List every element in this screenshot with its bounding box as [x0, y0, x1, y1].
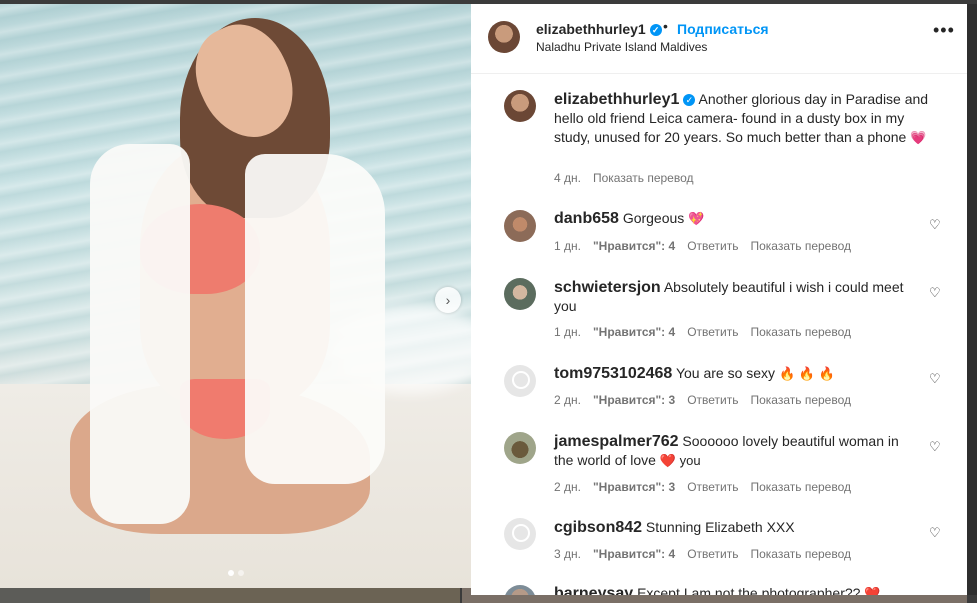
post-location[interactable]: Naladhu Private Island Maldives	[536, 40, 707, 54]
comment-author[interactable]: tom9753102468	[554, 365, 672, 382]
post-photo[interactable]: ›	[0, 4, 471, 588]
avatar[interactable]	[504, 432, 536, 464]
like-heart-icon[interactable]: ♡	[929, 286, 941, 299]
translate-button[interactable]: Показать перевод	[750, 393, 851, 407]
comment-time[interactable]: 3 дн.	[554, 547, 581, 561]
comment-text: Stunning Elizabeth XXX	[645, 519, 795, 535]
like-heart-icon[interactable]: ♡	[929, 526, 941, 539]
chevron-right-icon: ›	[445, 292, 451, 308]
translate-button[interactable]: Показать перевод	[750, 547, 851, 561]
comment-meta: 1 дн. "Нравится": 4 Ответить Показать пе…	[554, 239, 851, 253]
post-details-panel: elizabethhurley1 ✓ • Подписаться Naladhu …	[471, 4, 967, 595]
next-photo-button[interactable]: ›	[435, 287, 461, 313]
avatar[interactable]	[504, 90, 536, 122]
comment-time[interactable]: 1 дн.	[554, 325, 581, 339]
comment: cgibson842 Stunning Elizabeth XXX	[554, 518, 914, 537]
verified-icon: ✓	[683, 94, 696, 106]
comment-likes[interactable]: "Нравится": 3	[593, 480, 675, 494]
comment-meta: 2 дн. "Нравится": 3 Ответить Показать пе…	[554, 480, 851, 494]
caption-meta: 4 дн. Показать перевод	[554, 171, 694, 185]
fire-icon: 🔥 🔥 🔥	[778, 366, 835, 381]
photo-shirt-left	[90, 144, 190, 524]
comment: danb658 Gorgeous 💖	[554, 209, 914, 228]
like-heart-icon[interactable]: ♡	[929, 218, 941, 231]
caption-translate[interactable]: Показать перевод	[593, 171, 694, 185]
avatar[interactable]	[504, 518, 536, 550]
avatar[interactable]	[504, 278, 536, 310]
avatar[interactable]	[504, 365, 536, 397]
comment-likes[interactable]: "Нравится": 4	[593, 325, 675, 339]
reply-button[interactable]: Ответить	[687, 239, 738, 253]
comment: barneysay Except I am not the photograph…	[554, 584, 934, 595]
comment-author[interactable]: cgibson842	[554, 519, 642, 536]
comment-time[interactable]: 2 дн.	[554, 393, 581, 407]
comment: jamespalmer762 Soooooo lovely beautiful …	[554, 432, 914, 470]
photo-shirt-right	[245, 154, 385, 484]
comment: schwietersjon Absolutely beautiful i wis…	[554, 278, 914, 316]
comment-text: Except I am not the photographer??	[637, 585, 861, 595]
comment-time[interactable]: 2 дн.	[554, 480, 581, 494]
avatar[interactable]	[504, 585, 536, 595]
follow-button[interactable]: Подписаться	[677, 21, 769, 37]
carousel-dots	[228, 570, 244, 576]
translate-button[interactable]: Показать перевод	[750, 239, 851, 253]
comment-author[interactable]: barneysay	[554, 585, 633, 595]
comment-meta: 2 дн. "Нравится": 3 Ответить Показать пе…	[554, 393, 851, 407]
reply-button[interactable]: Ответить	[687, 325, 738, 339]
comment-likes[interactable]: "Нравится": 4	[593, 239, 675, 253]
background-thumbnail	[0, 588, 150, 603]
carousel-dot-active	[228, 570, 234, 576]
comment-author[interactable]: danb658	[554, 210, 619, 227]
comment-author[interactable]: schwietersjon	[554, 279, 661, 296]
caption-time[interactable]: 4 дн.	[554, 171, 581, 185]
reply-button[interactable]: Ответить	[687, 547, 738, 561]
reply-button[interactable]: Ответить	[687, 480, 738, 494]
translate-button[interactable]: Показать перевод	[750, 325, 851, 339]
comment: tom9753102468 You are so sexy 🔥 🔥 🔥	[554, 364, 914, 383]
comment-time[interactable]: 1 дн.	[554, 239, 581, 253]
post-author-name[interactable]: elizabethhurley1	[536, 21, 646, 37]
comment-likes[interactable]: "Нравится": 3	[593, 393, 675, 407]
like-heart-icon[interactable]: ♡	[929, 440, 941, 453]
heart-ribbon-icon: 💖	[688, 211, 705, 226]
post-author[interactable]: elizabethhurley1 ✓	[536, 21, 662, 37]
more-options-icon[interactable]: •••	[933, 20, 955, 41]
comment-author[interactable]: jamespalmer762	[554, 433, 679, 450]
avatar[interactable]	[504, 210, 536, 242]
carousel-dot	[238, 570, 244, 576]
background-thumbnail	[150, 588, 460, 603]
like-heart-icon[interactable]: ♡	[929, 372, 941, 385]
comment-meta: 3 дн. "Нравится": 4 Ответить Показать пе…	[554, 547, 851, 561]
red-heart-icon: ❤️ you	[659, 453, 701, 468]
caption-author[interactable]: elizabethhurley1	[554, 91, 679, 108]
comment-meta: 1 дн. "Нравится": 4 Ответить Показать пе…	[554, 325, 851, 339]
pink-heart-icon: 💗	[910, 130, 927, 145]
separator: •	[663, 18, 668, 34]
comment-likes[interactable]: "Нравится": 4	[593, 547, 675, 561]
red-heart-icon: ❤️	[864, 586, 881, 595]
avatar[interactable]	[488, 21, 520, 53]
translate-button[interactable]: Показать перевод	[750, 480, 851, 494]
comment-text: Gorgeous	[622, 210, 685, 226]
page-scrollbar[interactable]	[967, 4, 977, 595]
post-caption: elizabethhurley1 ✓ Another glorious day i…	[554, 90, 934, 147]
comment-text: You are so sexy	[675, 365, 776, 381]
reply-button[interactable]: Ответить	[687, 393, 738, 407]
post-header: elizabethhurley1 ✓ • Подписаться Naladhu …	[471, 4, 967, 74]
verified-icon: ✓	[649, 24, 662, 36]
